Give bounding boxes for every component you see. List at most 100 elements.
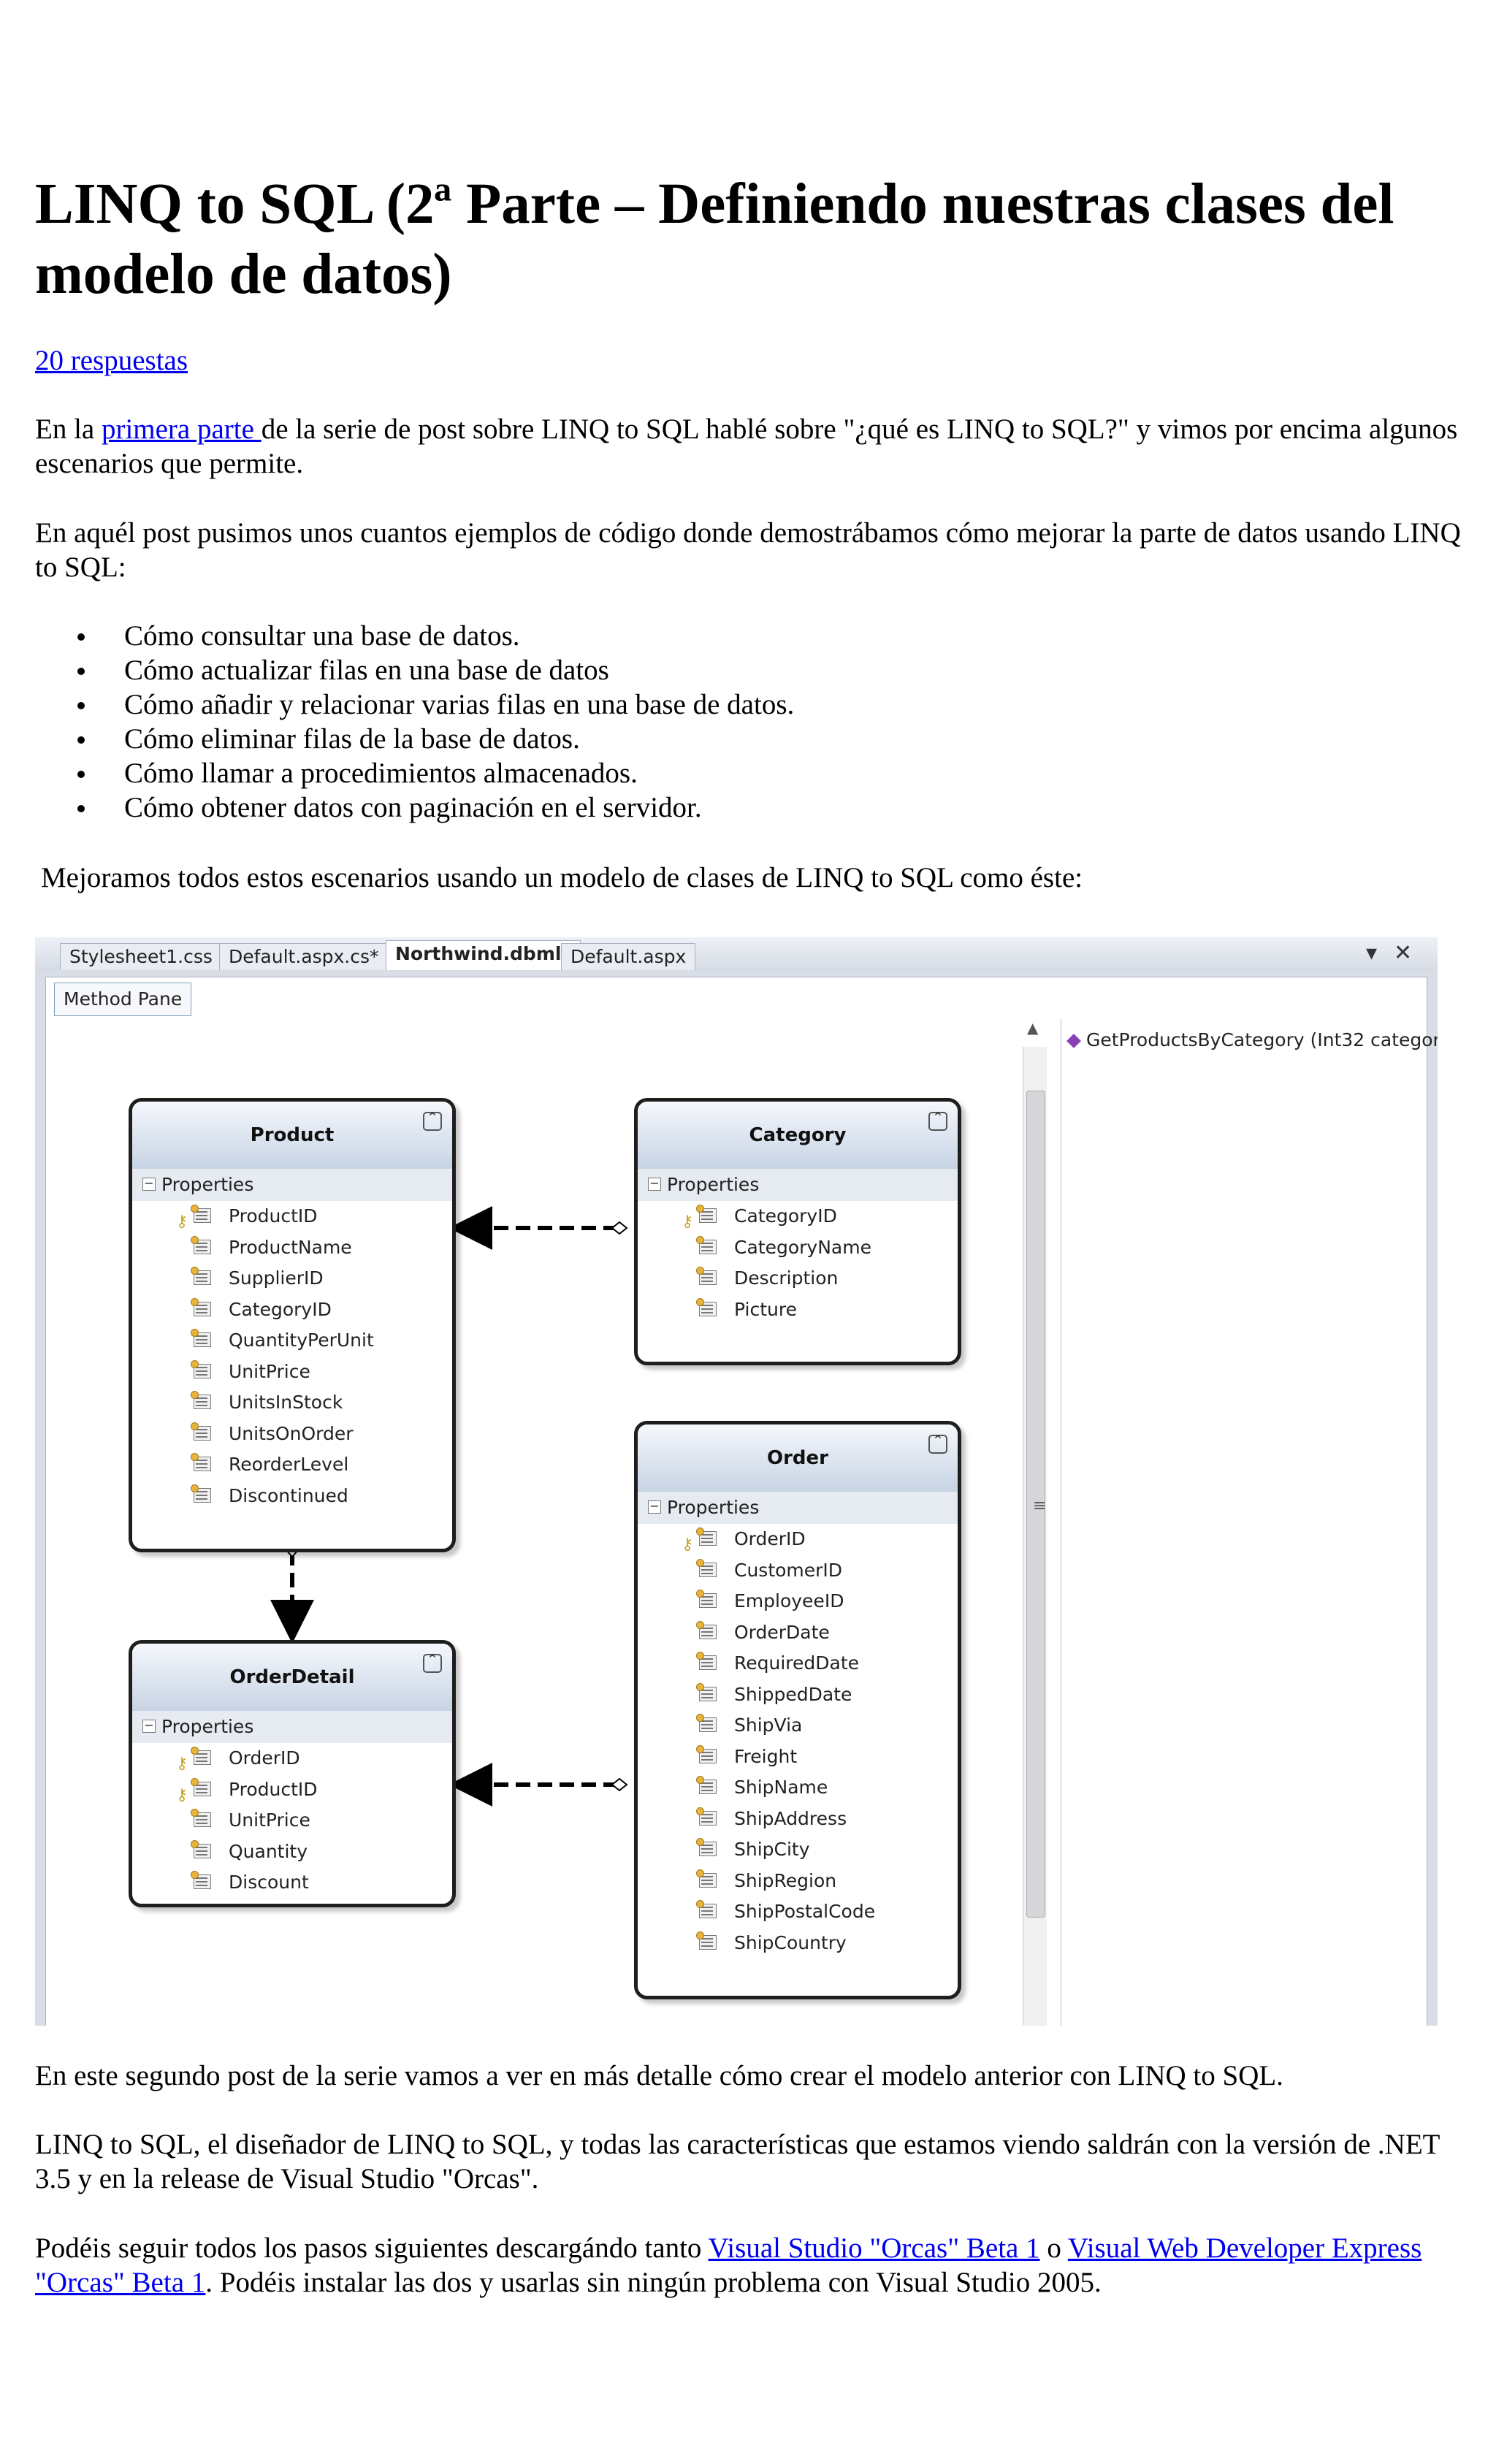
property[interactable]: ShippedDate (638, 1679, 958, 1711)
scrollbar-thumb[interactable]: ≡ (1026, 1091, 1047, 1918)
property-icon (191, 1329, 211, 1347)
property[interactable]: Quantity (132, 1836, 452, 1868)
properties-section[interactable]: Properties (638, 1169, 958, 1201)
property-icon (696, 1900, 717, 1918)
property[interactable]: ProductName (132, 1232, 452, 1264)
property-icon (696, 1807, 717, 1826)
property[interactable]: ShipAddress (638, 1804, 958, 1835)
property[interactable]: ShipPostalCode (638, 1896, 958, 1928)
property-icon (696, 1652, 717, 1670)
property-icon (696, 1235, 717, 1254)
properties-section[interactable]: Properties (132, 1711, 452, 1743)
designer-screenshot: Stylesheet1.css Default.aspx.cs* Northwi… (35, 937, 1438, 2026)
property[interactable]: ⚷ ProductID (132, 1201, 452, 1232)
property-icon (696, 1869, 717, 1888)
property[interactable]: CategoryName (638, 1232, 958, 1264)
property[interactable]: ⚷ ProductID (132, 1774, 452, 1806)
property[interactable]: Picture (638, 1294, 958, 1326)
property[interactable]: RequiredDate (638, 1648, 958, 1679)
vertical-scrollbar[interactable]: ≡ (1023, 1047, 1047, 2026)
property[interactable]: CustomerID (638, 1555, 958, 1587)
property[interactable]: ShipCity (638, 1834, 958, 1866)
property[interactable]: UnitPrice (132, 1805, 452, 1836)
property[interactable]: UnitPrice (132, 1357, 452, 1388)
paragraph-6: Podéis seguir todos los pasos siguientes… (35, 2232, 1422, 2298)
property-icon (191, 1871, 211, 1889)
property[interactable]: CategoryID (132, 1294, 452, 1326)
property[interactable]: ShipName (638, 1772, 958, 1804)
property-icon (696, 1714, 717, 1732)
property[interactable]: ShipVia (638, 1710, 958, 1742)
property-icon (191, 1809, 211, 1827)
grip-icon: ≡ (1033, 1497, 1047, 1515)
intro-paragraph: En la primera parte de la serie de post … (35, 413, 1458, 479)
property-icon (696, 1267, 717, 1285)
paragraph-4: En este segundo post de la serie vamos a… (35, 2060, 1283, 2091)
paragraph-5: LINQ to SQL, el diseñador de LINQ to SQL… (35, 2129, 1440, 2194)
property[interactable]: Discount (132, 1867, 452, 1899)
collapse-icon[interactable]: ^ (928, 1112, 947, 1131)
paragraph-2: En aquél post pusimos unos cuantos ejemp… (35, 517, 1461, 583)
list-item: Cómo consultar una base de datos. (35, 619, 794, 653)
method-item[interactable]: GetProductsByCategory (Int32 categoryID) (1066, 1029, 1438, 1050)
property-icon (696, 1744, 717, 1763)
property[interactable]: UnitsInStock (132, 1387, 452, 1419)
method-icon (1066, 1034, 1081, 1048)
property[interactable]: Description (638, 1263, 958, 1294)
scroll-up-icon[interactable]: ▲ (1027, 1019, 1038, 1037)
property-icon (696, 1682, 717, 1701)
category-association-end-icon (611, 1221, 628, 1235)
collapse-icon[interactable]: ^ (928, 1435, 947, 1454)
property[interactable]: OrderDate (638, 1617, 958, 1649)
collapse-icon[interactable]: ^ (423, 1654, 442, 1673)
property-icon (191, 1205, 211, 1223)
property-icon (696, 1620, 717, 1639)
property-icon (696, 1205, 717, 1223)
property[interactable]: EmployeeID (638, 1586, 958, 1617)
property-icon (696, 1297, 717, 1316)
list-item: Cómo obtener datos con paginación en el … (35, 790, 794, 825)
property[interactable]: Discontinued (132, 1481, 452, 1512)
property-icon (696, 1838, 717, 1856)
property-icon (191, 1484, 211, 1503)
property-icon (696, 1776, 717, 1794)
property-icon (191, 1777, 211, 1796)
property-icon (191, 1359, 211, 1378)
list-item: Cómo actualizar filas en una base de dat… (35, 653, 794, 687)
paragraph-3: Mejoramos todos estos escenarios usando … (41, 862, 1083, 893)
property-icon (191, 1747, 211, 1765)
property-icon (191, 1422, 211, 1441)
property-icon (191, 1267, 211, 1285)
collapse-icon[interactable]: ^ (423, 1112, 442, 1131)
property[interactable]: ⚷ OrderID (132, 1743, 452, 1774)
list-item: Cómo añadir y relacionar varias filas en… (35, 687, 794, 722)
vs-orcas-beta-link[interactable]: Visual Studio "Orcas" Beta 1 (708, 2232, 1039, 2264)
property[interactable]: QuantityPerUnit (132, 1325, 452, 1357)
entity-order[interactable]: Order^ Properties ⚷OrderID CustomerID Em… (634, 1421, 961, 1999)
property-icon (191, 1391, 211, 1409)
entity-product[interactable]: Product^ Properties ⚷ProductID ProductNa… (129, 1098, 456, 1552)
property[interactable]: ReorderLevel (132, 1449, 452, 1481)
entity-category[interactable]: Category^ Properties ⚷CategoryID Categor… (634, 1098, 961, 1365)
replies-link[interactable]: 20 respuestas (35, 345, 188, 376)
property-icon (191, 1235, 211, 1254)
first-part-link[interactable]: primera parte (102, 413, 262, 445)
property[interactable]: ShipRegion (638, 1866, 958, 1897)
properties-section[interactable]: Properties (638, 1492, 958, 1524)
entity-orderdetail[interactable]: OrderDetail^ Properties ⚷OrderID ⚷Produc… (129, 1640, 456, 1907)
close-icon[interactable]: ✕ (1394, 940, 1412, 966)
list-item: Cómo eliminar filas de la base de datos. (35, 722, 794, 756)
property-icon (696, 1590, 717, 1608)
properties-section[interactable]: Properties (132, 1169, 452, 1201)
property[interactable]: Freight (638, 1742, 958, 1773)
page-title: LINQ to SQL (2ª Parte – Definiendo nuest… (35, 172, 1394, 306)
property[interactable]: SupplierID (132, 1263, 452, 1294)
property[interactable]: ⚷ CategoryID (638, 1201, 958, 1232)
property-icon (696, 1558, 717, 1577)
tab-dropdown-icon[interactable]: ▾ (1366, 940, 1377, 966)
property-icon (191, 1839, 211, 1858)
property-icon (191, 1453, 211, 1471)
property[interactable]: ⚷ OrderID (638, 1524, 958, 1555)
property[interactable]: UnitsOnOrder (132, 1419, 452, 1450)
property[interactable]: ShipCountry (638, 1928, 958, 1959)
